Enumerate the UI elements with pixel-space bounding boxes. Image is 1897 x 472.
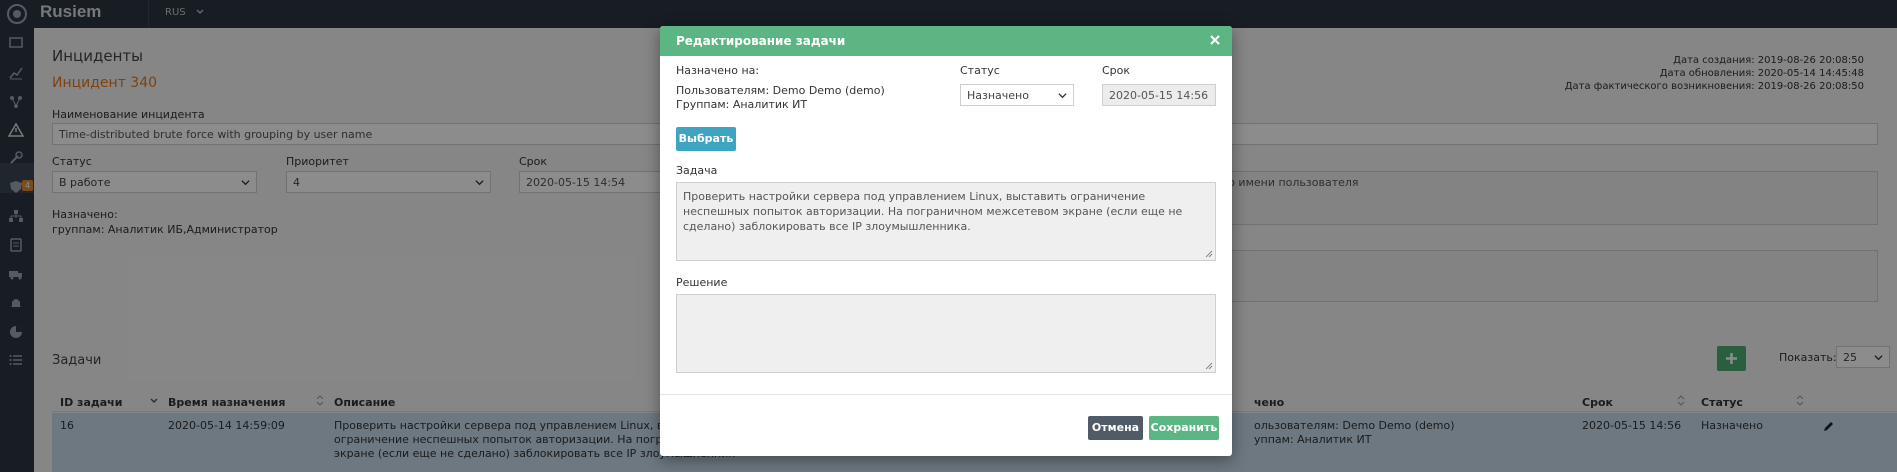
close-icon[interactable]	[1208, 33, 1222, 47]
assigned-groups: Группам: Аналитик ИТ	[676, 98, 808, 111]
edit-task-dialog: Редактирование задачи Назначено на: Поль…	[660, 26, 1232, 456]
task-text: Проверить настройки сервера под управлен…	[683, 190, 1183, 233]
status-select[interactable]: Назначено	[960, 84, 1074, 106]
dialog-title: Редактирование задачи	[676, 34, 846, 48]
deadline-label: Срок	[1102, 64, 1131, 77]
resize-grip-icon[interactable]	[1205, 362, 1213, 370]
chevron-down-icon	[1058, 93, 1067, 99]
cancel-button[interactable]: Отмена	[1088, 416, 1143, 440]
solution-label: Решение	[676, 276, 728, 289]
dialog-footer-divider	[660, 394, 1232, 395]
resize-grip-icon[interactable]	[1205, 250, 1213, 258]
select-assignee-button[interactable]: Выбрать	[676, 127, 736, 151]
status-value: Назначено	[967, 89, 1029, 102]
save-button[interactable]: Сохранить	[1149, 416, 1219, 440]
dialog-header: Редактирование задачи	[660, 26, 1232, 56]
assigned-users: Пользователям: Demo Demo (demo)	[676, 84, 885, 97]
assigned-to-label: Назначено на:	[676, 64, 760, 77]
solution-textarea[interactable]	[676, 294, 1216, 373]
task-label: Задача	[676, 164, 718, 177]
task-textarea[interactable]: Проверить настройки сервера под управлен…	[676, 182, 1216, 261]
status-label: Статус	[960, 64, 1000, 77]
deadline-input[interactable]: 2020-05-15 14:56	[1102, 84, 1216, 106]
